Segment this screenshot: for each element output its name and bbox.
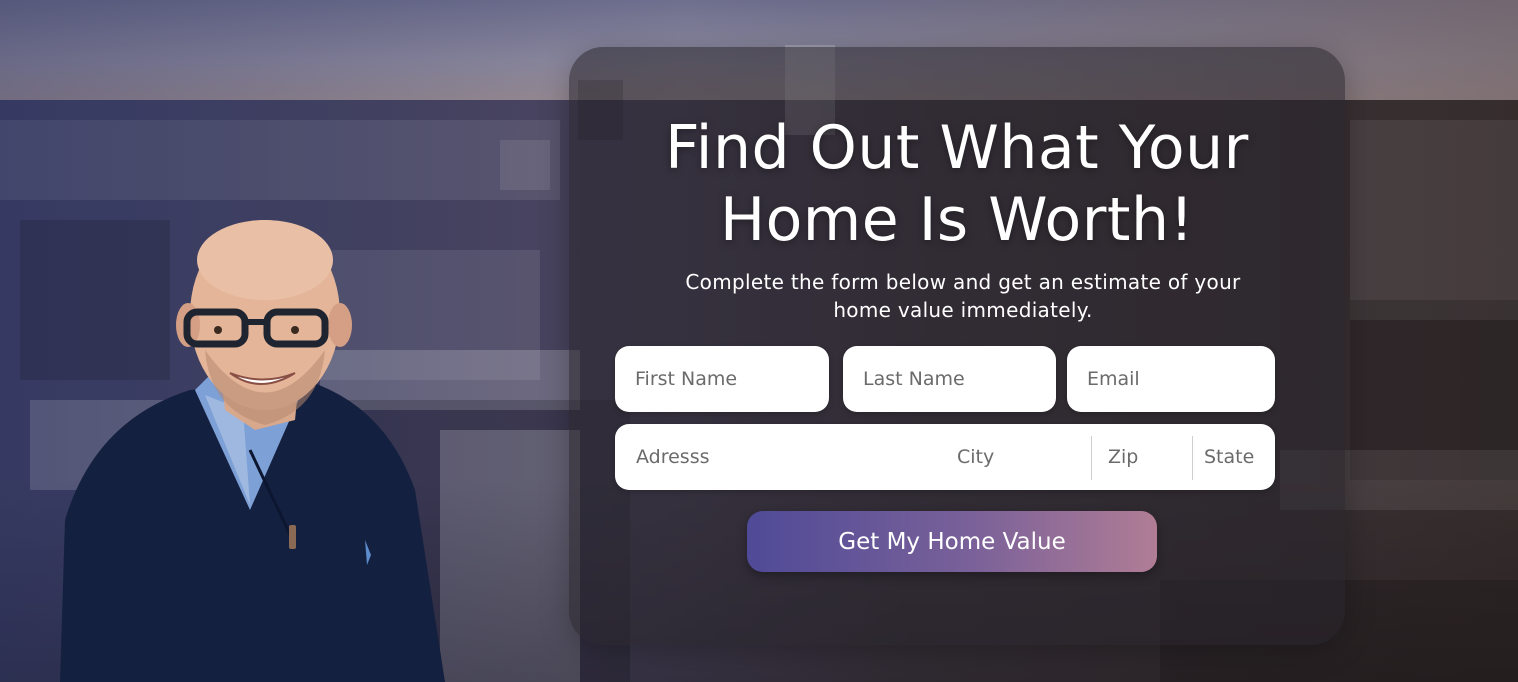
zip-input[interactable] <box>1092 424 1192 490</box>
email-input[interactable] <box>1067 346 1275 412</box>
city-input[interactable] <box>937 424 1087 490</box>
address-row <box>615 424 1275 490</box>
first-name-field-wrapper <box>615 346 829 412</box>
subtitle-line-2: home value immediately. <box>833 298 1093 322</box>
headline-line-2: Home Is Worth! <box>719 185 1195 255</box>
agent-photo <box>60 220 445 682</box>
last-name-field-wrapper <box>843 346 1056 412</box>
page-title: Find Out What Your Home Is Worth! <box>569 112 1345 256</box>
email-field-wrapper <box>1067 346 1275 412</box>
address-input[interactable] <box>615 424 935 490</box>
hero-section: Find Out What Your Home Is Worth! Comple… <box>0 0 1518 682</box>
page-subtitle: Complete the form below and get an estim… <box>660 268 1266 324</box>
first-name-input[interactable] <box>615 346 829 412</box>
subtitle-line-1: Complete the form below and get an estim… <box>685 270 1241 294</box>
get-home-value-button[interactable]: Get My Home Value <box>747 511 1157 572</box>
headline-line-1: Find Out What Your <box>665 113 1249 183</box>
last-name-input[interactable] <box>843 346 1056 412</box>
state-input[interactable] <box>1193 424 1275 490</box>
